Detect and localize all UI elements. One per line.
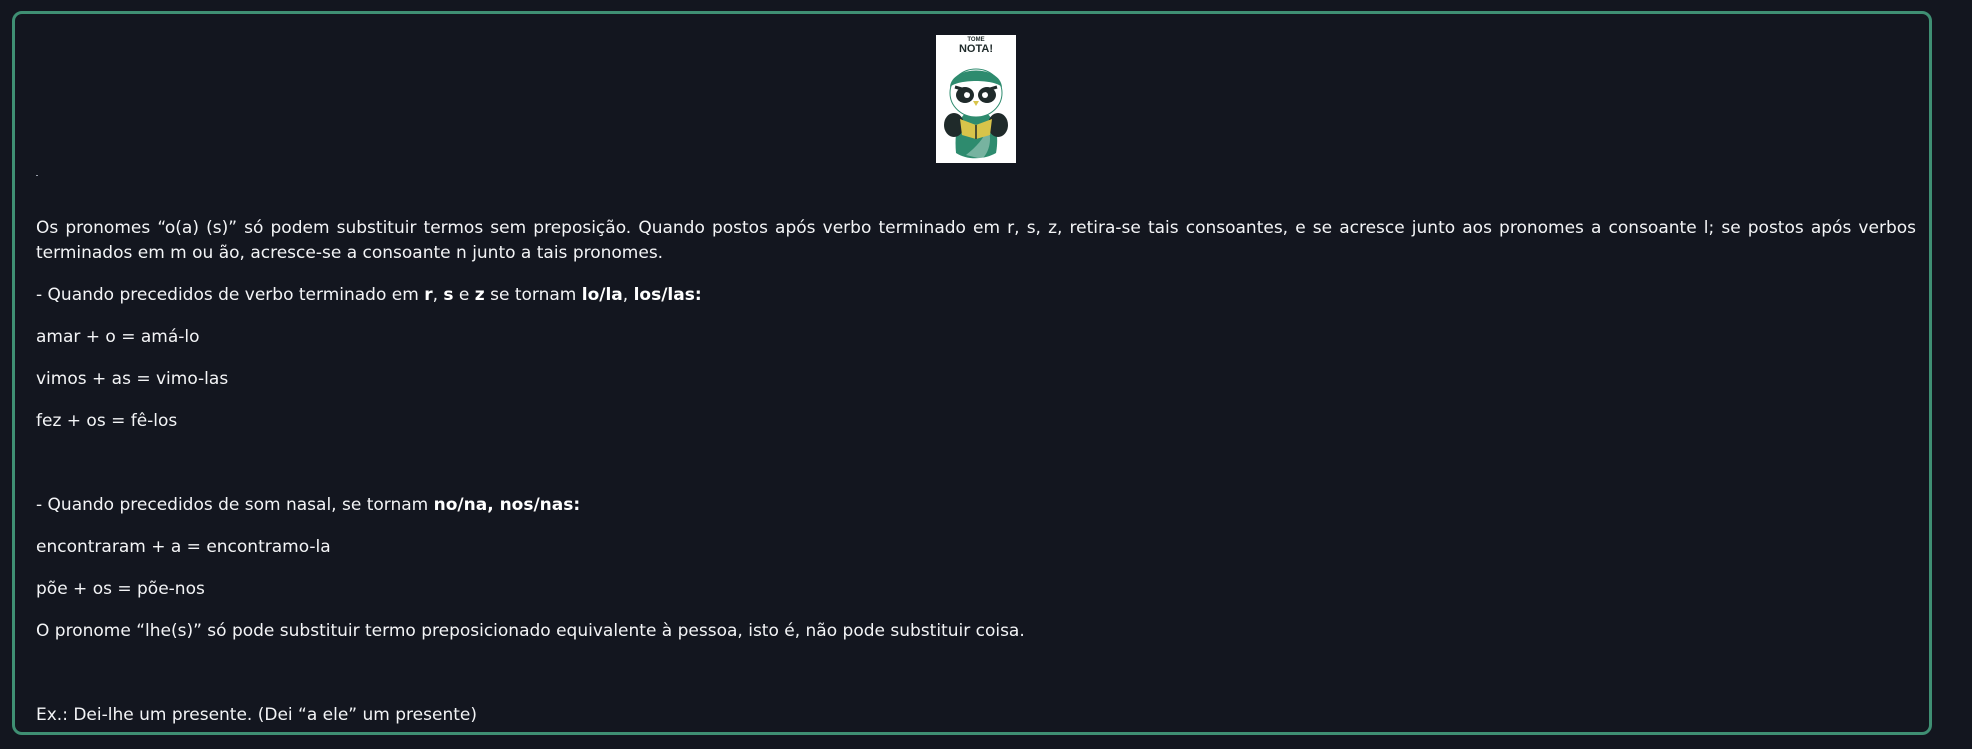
lhe-rule: O pronome “lhe(s)” só pode substituir te…	[36, 621, 1025, 641]
final-example: Ex.: Dei-lhe um presente. (Dei “a ele” u…	[36, 705, 477, 725]
note-card: TOME NOTA! Os pronomes “o(a) (s)” só pod…	[12, 11, 1932, 735]
stray-dot	[36, 175, 38, 176]
example-line: encontraram + a = encontramo-la	[36, 537, 331, 557]
intro-paragraph: Os pronomes “o(a) (s)” só podem substitu…	[36, 218, 1916, 263]
rule-2: - Quando precedidos de som nasal, se tor…	[36, 495, 581, 515]
svg-text:NOTA!: NOTA!	[959, 43, 993, 55]
example-line: amar + o = amá-lo	[36, 327, 200, 347]
example-line: fez + os = fê-los	[36, 411, 178, 431]
tome-nota-owl-logo: TOME NOTA!	[936, 35, 1016, 163]
example-line: põe + os = põe-nos	[36, 579, 205, 599]
example-line: vimos + as = vimo-las	[36, 369, 229, 389]
rule-1: - Quando precedidos de verbo terminado e…	[36, 285, 702, 305]
